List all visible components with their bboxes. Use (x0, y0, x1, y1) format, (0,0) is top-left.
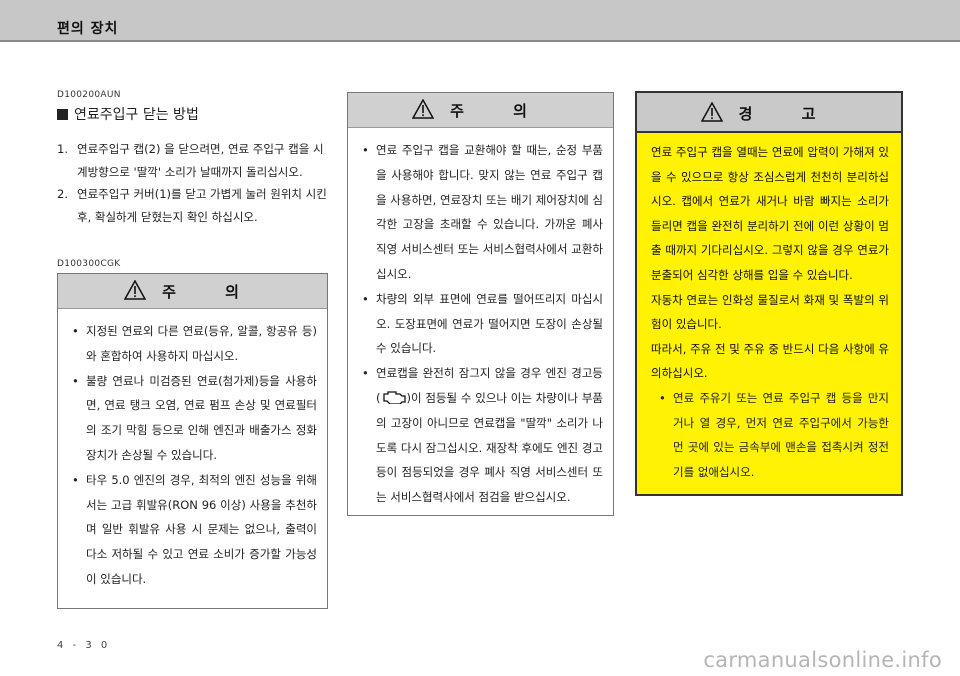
square-bullet-icon (57, 109, 68, 120)
warning-text-fire: 자동차 연료는 인화성 물질로서 화재 및 폭발의 위험이 있습니다. (651, 292, 889, 332)
page-number: 4 - 3 0 (57, 640, 111, 651)
warning-header: 경 고 (637, 93, 901, 133)
steps-list: 1. 연료주입구 캡(2) 을 닫으려면, 연료 주입구 캡을 시계방향으로 '… (57, 138, 329, 228)
caution-list: • 연료 주입구 캡을 교환해야 할 때는, 순정 부품을 사용해야 합니다. 맞… (348, 128, 613, 510)
warning-text-note: 따라서, 주유 전 및 주유 중 반드시 다음 사항에 유의하십시오. (651, 341, 889, 381)
watermark: carmanualsonline.info (703, 648, 942, 672)
warning-triangle-icon (700, 102, 723, 122)
warning-triangle-icon (412, 99, 435, 119)
caution-box-left: 주 의 • 지정된 연료외 다른 연료(등유, 알콜, 항공유 등)와 혼합하여 … (57, 273, 328, 609)
caution-heading: 주 의 (450, 102, 549, 120)
warning-item: • 연료 주유기 또는 연료 주입구 캡 등을 만지거나 열 경우, 먼저 연료 … (659, 390, 889, 479)
caution-item: • 타우 5.0 엔진의 경우, 최적의 엔진 성능을 위해서는 고급 휘발유(R… (72, 472, 317, 586)
step-item: 1. 연료주입구 캡(2) 을 닫으려면, 연료 주입구 캡을 시계방향으로 '… (57, 138, 329, 183)
section-title: 연료주입구 닫는 방법 (57, 104, 199, 124)
caution-header: 주 의 (348, 93, 613, 128)
page-header: 편의 장치 (0, 0, 960, 40)
caution-item: • 차량의 외부 표면에 연료를 떨어뜨리지 마십시오. 도장표면에 연료가 떨어… (362, 291, 603, 356)
warning-triangle-icon (124, 280, 147, 300)
caution-item: • 불량 연료나 미검증된 연료(첨가제)등을 사용하면, 연료 탱크 오염, 연… (72, 373, 317, 462)
caution-code: D100300CGK (57, 259, 121, 269)
caution-item: • 연료캡을 완전히 잠그지 않을 경우 엔진 경고등( )이 점등될 수 있으나… (362, 366, 603, 505)
caution-item: • 지정된 연료외 다른 연료(등유, 알콜, 항공유 등)와 혼합하여 사용하지… (72, 324, 317, 363)
caution-header: 주 의 (58, 274, 327, 309)
warning-heading: 경 고 (738, 105, 838, 123)
caution-item: • 연료 주입구 캡을 교환해야 할 때는, 순정 부품을 사용해야 합니다. 맞… (362, 143, 603, 281)
engine-check-icon (382, 391, 406, 404)
warning-text: 연료 주입구 캡을 열때는 연료에 압력이 가해져 있을 수 있으므로 항상 조… (651, 145, 889, 282)
header-title: 편의 장치 (57, 21, 119, 37)
caution-heading: 주 의 (162, 283, 261, 301)
step-number: 1. (57, 142, 68, 156)
section-code: D100200AUN (57, 90, 121, 100)
warning-list: • 연료 주유기 또는 연료 주입구 캡 등을 만지거나 열 경우, 먼저 연료 … (651, 386, 889, 484)
step-text: 연료주입구 커버(1)를 닫고 가볍게 눌러 원위치 시킨 후, 확실하게 닫혔… (77, 187, 327, 224)
warning-box: 경 고 연료 주입구 캡을 열때는 연료에 압력이 가해져 있을 수 있으므로 … (635, 91, 903, 496)
step-number: 2. (57, 187, 68, 201)
section-title-text: 연료주입구 닫는 방법 (74, 107, 199, 123)
caution-box-middle: 주 의 • 연료 주입구 캡을 교환해야 할 때는, 순정 부품을 사용해야 합니… (347, 92, 614, 516)
header-divider (0, 40, 960, 42)
step-item: 2. 연료주입구 커버(1)를 닫고 가볍게 눌러 원위치 시킨 후, 확실하게… (57, 183, 329, 228)
step-text: 연료주입구 캡(2) 을 닫으려면, 연료 주입구 캡을 시계방향으로 '딸깍'… (77, 142, 324, 179)
caution-list: • 지정된 연료외 다른 연료(등유, 알콜, 항공유 등)와 혼합하여 사용하지… (58, 309, 327, 592)
